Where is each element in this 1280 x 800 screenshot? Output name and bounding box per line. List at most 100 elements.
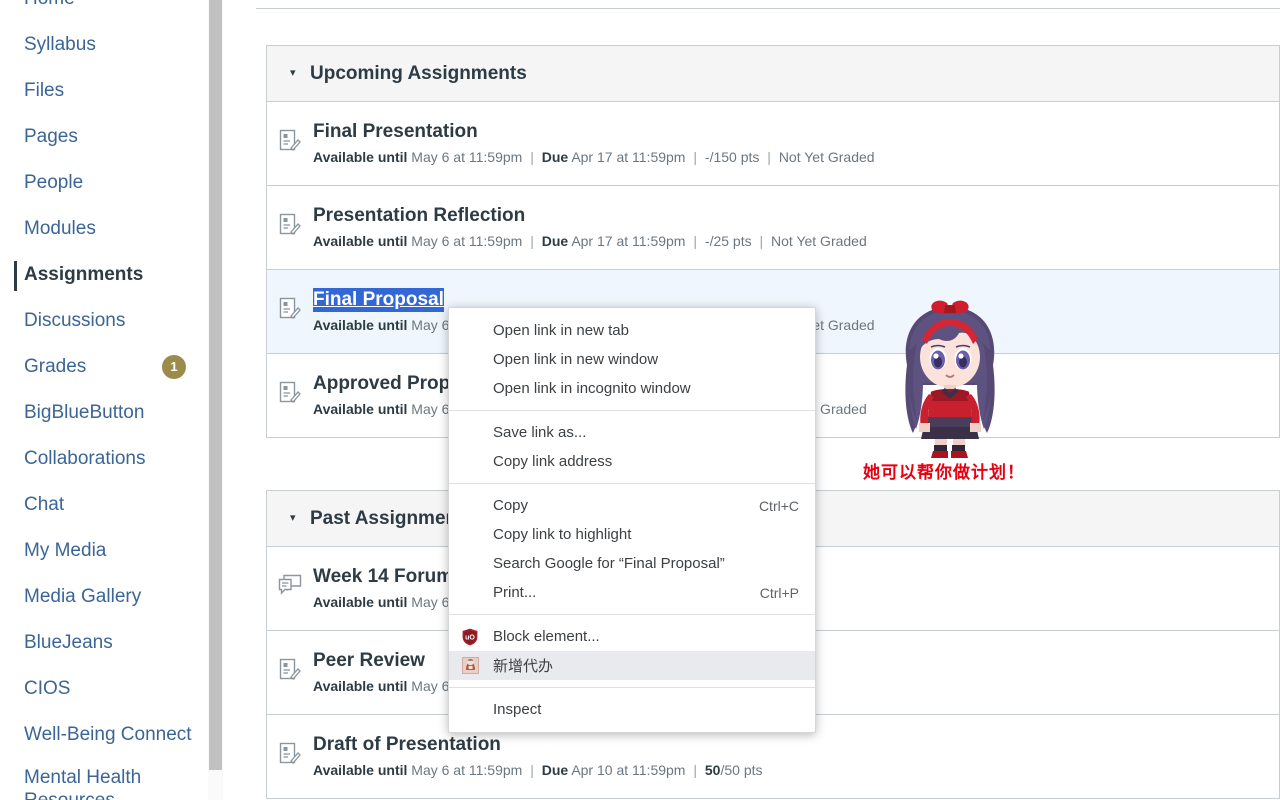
available-until-label: Available until [313,317,408,333]
score-total: /50 pts [720,762,763,778]
available-until-label: Available until [313,762,408,778]
context-menu-item-block-element[interactable]: uO Block element... [449,622,815,651]
context-menu-item-copy-link-address[interactable]: Copy link address [449,447,815,476]
sidebar-scrollbar-thumb[interactable] [209,0,222,770]
assignment-meta: Available until May 6 at 11:59pm | Due A… [313,231,1279,251]
menu-item-label: Copy link address [493,453,613,470]
svg-text:uO: uO [465,634,475,641]
menu-item-label: Search Google for “Final Proposal” [493,555,725,572]
sidebar-item-label: Modules [24,218,96,239]
menu-item-shortcut: Ctrl+P [759,584,799,601]
due-value: Apr 17 at 11:59pm [571,233,686,249]
sidebar-item-modules[interactable]: Modules [0,206,208,252]
due-label: Due [541,149,569,165]
sidebar-item-label: My Media [24,540,107,561]
todo-extension-icon [461,657,479,675]
available-until-label: Available until [313,149,408,165]
sidebar-item-label: Collaborations [24,448,146,469]
context-menu-item-open-link-new-tab[interactable]: Open link in new tab [449,316,815,345]
sidebar-item-label: Pages [24,126,78,147]
menu-item-label: Open link in incognito window [493,380,691,397]
menu-item-shortcut: Ctrl+C [758,497,799,514]
assignment-icon [267,288,313,321]
menu-divider [449,687,815,688]
assignment-title-link[interactable]: Week 14 Forum [313,565,453,589]
sidebar-item-label: People [24,172,84,193]
context-menu-item-open-link-incognito[interactable]: Open link in incognito window [449,374,815,403]
available-until-label: Available until [313,401,408,417]
group-header-upcoming[interactable]: ▾ Upcoming Assignments [267,46,1279,102]
sidebar-item-bluejeans[interactable]: BlueJeans [0,620,208,666]
browser-context-menu[interactable]: Open link in new tab Open link in new wi… [448,307,816,733]
sidebar-item-label: CIOS [24,678,71,699]
menu-item-label: Open link in new window [493,351,659,368]
sidebar-item-files[interactable]: Files [0,68,208,114]
sidebar-item-syllabus[interactable]: Syllabus [0,22,208,68]
assignment-title-link[interactable]: Presentation Reflection [313,204,525,228]
menu-divider [449,614,815,615]
meta-separator: | [767,149,771,165]
context-menu-item-save-link-as[interactable]: Save link as... [449,418,815,447]
available-until-value: May 6 at 11:59pm [411,149,523,165]
context-menu-item-print[interactable]: Print... Ctrl+P [449,578,815,607]
menu-item-label: Copy link to highlight [493,526,632,543]
sidebar-item-media-gallery[interactable]: Media Gallery [0,574,208,620]
grading-status: Not Yet Graded [771,233,867,249]
context-menu-item-add-todo[interactable]: 新增代办 [449,651,815,680]
sidebar-item-label: Assignments [24,264,144,285]
sidebar-item-cios[interactable]: CIOS [0,666,208,712]
grading-status: Not Yet Graded [778,149,875,165]
available-until-label: Available until [313,233,408,249]
chevron-down-icon[interactable]: ▾ [290,513,306,524]
sidebar-item-chat[interactable]: Chat [0,482,208,528]
menu-item-label: Inspect [493,701,542,718]
due-label: Due [541,762,569,778]
sidebar-item-my-media[interactable]: My Media [0,528,208,574]
menu-item-label: Block element... [493,628,600,645]
assignment-meta: Available until May 6 at 11:59pm | Due A… [313,760,1279,780]
sidebar-item-label: Home [24,0,75,11]
assignment-icon [267,649,313,682]
sidebar-item-pages[interactable]: Pages [0,114,208,160]
table-row[interactable]: Presentation Reflection Available until … [267,186,1279,270]
available-until-value: May 6 at 11:59pm [411,762,523,778]
menu-item-label: Open link in new tab [493,322,629,339]
available-until-value: May 6 at 11:59pm [411,233,523,249]
score-earned: 50 [704,762,721,778]
sidebar-item-grades[interactable]: Grades 1 [0,344,208,390]
meta-separator: | [530,233,534,249]
context-menu-item-copy-link-to-highlight[interactable]: Copy link to highlight [449,520,815,549]
sidebar-item-label: Media Gallery [24,586,142,607]
table-row[interactable]: Final Presentation Available until May 6… [267,102,1279,186]
sidebar-item-label: Chat [24,494,65,515]
sidebar-item-collaborations[interactable]: Collaborations [0,436,208,482]
assignment-icon [267,120,313,153]
chevron-down-icon[interactable]: ▾ [290,68,306,79]
sidebar-item-bigbluebutton[interactable]: BigBlueButton [0,390,208,436]
assignment-meta: Available until May 6 at 11:59pm | Due A… [313,147,1279,167]
sidebar-item-label: Grades [24,356,87,377]
sidebar-item-assignments[interactable]: Assignments [0,252,208,298]
sidebar-item-label: Discussions [24,310,126,331]
sidebar-item-label: Syllabus [24,34,96,55]
sidebar-item-home[interactable]: Home [0,0,208,22]
meta-separator: | [693,762,697,778]
assignment-title-link[interactable]: Final Proposal [313,288,444,312]
sidebar-item-discussions[interactable]: Discussions [0,298,208,344]
menu-divider [449,483,815,484]
sidebar-item-label: Mental Health Resources [24,767,142,800]
assignment-title-link[interactable]: Peer Review [313,649,425,673]
sidebar-item-people[interactable]: People [0,160,208,206]
context-menu-item-inspect[interactable]: Inspect [449,695,815,724]
sidebar-item-mental-health-resources[interactable]: Mental Health Resources [0,758,208,800]
context-menu-item-copy[interactable]: Copy Ctrl+C [449,491,815,520]
context-menu-item-open-link-new-window[interactable]: Open link in new window [449,345,815,374]
context-menu-item-search-google[interactable]: Search Google for “Final Proposal” [449,549,815,578]
status-badge: 1 [162,355,186,379]
menu-item-label: Copy [493,497,529,514]
discussion-icon [267,565,313,596]
meta-separator: | [759,233,764,249]
sidebar-item-well-being-connect[interactable]: Well-Being Connect [0,712,208,758]
assignment-title-link[interactable]: Draft of Presentation [313,733,501,757]
assignment-title-link[interactable]: Final Presentation [313,120,478,144]
